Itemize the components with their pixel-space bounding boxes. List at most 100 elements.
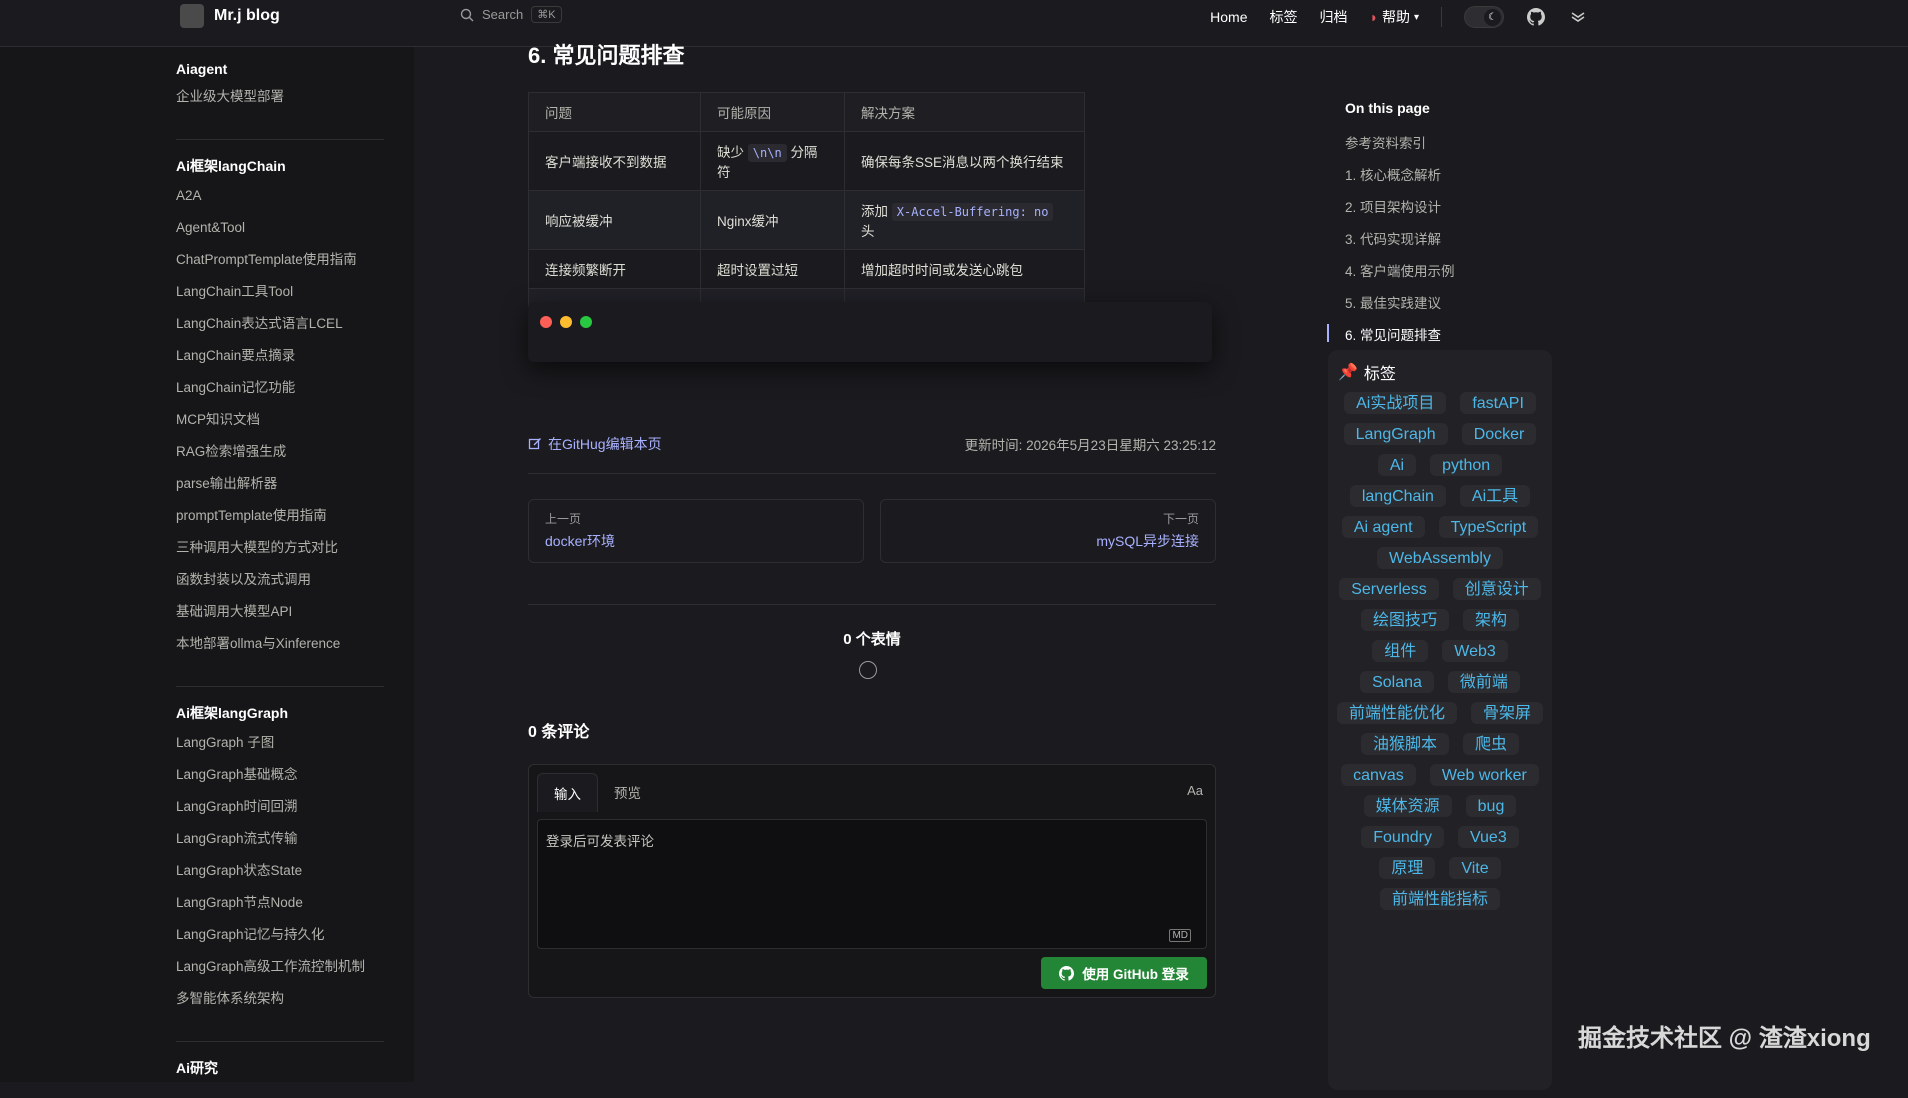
tag-chip[interactable]: WebAssembly: [1377, 547, 1503, 569]
sidebar-item[interactable]: ChatPromptTemplate使用指南: [176, 250, 384, 282]
divider: [528, 604, 1216, 605]
tag-chip[interactable]: 组件: [1372, 640, 1429, 662]
tag-chip[interactable]: TypeScript: [1438, 516, 1539, 538]
pushpin-icon: 📌: [1338, 364, 1358, 381]
toc-item[interactable]: 5. 最佳实践建议: [1345, 292, 1455, 324]
moon-icon: ☾: [1484, 9, 1501, 26]
tag-chip[interactable]: langChain: [1349, 485, 1446, 507]
tag-chip[interactable]: Solana: [1360, 671, 1434, 693]
edit-page-link[interactable]: 在GitHug编辑本页: [528, 434, 662, 454]
markdown-icon: MD: [1169, 929, 1191, 942]
sidebar-item[interactable]: LangGraph节点Node: [176, 893, 384, 925]
prev-page-link[interactable]: 上一页 docker环境: [528, 499, 864, 563]
tag-chip[interactable]: Ai agent: [1341, 516, 1425, 538]
tag-chip[interactable]: 微前端: [1447, 671, 1520, 693]
tag-chip[interactable]: 原理: [1379, 857, 1436, 879]
tab-input[interactable]: 输入: [537, 773, 598, 812]
tag-chip[interactable]: 媒体资源: [1363, 795, 1452, 817]
sidebar-item[interactable]: A2A: [176, 186, 384, 218]
github-login-label: 使用 GitHub 登录: [1082, 967, 1189, 982]
sidebar-item[interactable]: promptTemplate使用指南: [176, 506, 384, 538]
tag-chip[interactable]: fastAPI: [1460, 392, 1536, 414]
tag-chip[interactable]: Vue3: [1457, 826, 1519, 848]
sidebar-item[interactable]: LangGraph流式传输: [176, 829, 384, 861]
sidebar-item[interactable]: LangChain工具Tool: [176, 282, 384, 314]
toc-item[interactable]: 1. 核心概念解析: [1345, 164, 1455, 196]
sidebar-group-ai-research: Ai研究: [176, 1041, 384, 1078]
tag-chip[interactable]: 爬虫: [1463, 733, 1520, 755]
sidebar-item[interactable]: Agent&Tool: [176, 218, 384, 250]
tag-chip[interactable]: bug: [1465, 795, 1517, 817]
tag-chip[interactable]: python: [1430, 454, 1503, 476]
tag-chip[interactable]: Web3: [1442, 640, 1508, 662]
sidebar-item[interactable]: 函数封装以及流式调用: [176, 570, 384, 602]
search-button[interactable]: Search ⌘K: [460, 6, 562, 23]
sidebar-item[interactable]: 基础调用大模型API: [176, 602, 384, 634]
table-cell: 连接频繁断开: [528, 249, 701, 289]
github-login-button[interactable]: 使用 GitHub 登录: [1041, 957, 1207, 989]
sidebar-item[interactable]: LangChain要点摘录: [176, 346, 384, 378]
cell-text: 添加: [861, 204, 888, 219]
sidebar-item[interactable]: 多智能体系统架构: [176, 989, 384, 1021]
github-icon[interactable]: [1526, 7, 1546, 27]
tag-chip[interactable]: 架构: [1463, 609, 1520, 631]
toc-item[interactable]: 参考资料索引: [1345, 132, 1455, 164]
tag-chip[interactable]: Web worker: [1429, 764, 1539, 786]
comment-tabs: 输入 预览: [537, 773, 657, 812]
tag-chip[interactable]: Foundry: [1361, 826, 1444, 848]
sidebar-item[interactable]: LangGraph高级工作流控制机制: [176, 957, 384, 989]
tag-chip[interactable]: 油猴脚本: [1360, 733, 1449, 755]
sidebar-item[interactable]: LangGraph时间回溯: [176, 797, 384, 829]
tab-preview[interactable]: 预览: [598, 773, 657, 812]
theme-toggle[interactable]: ☾: [1464, 6, 1504, 28]
tag-chip[interactable]: Ai工具: [1459, 485, 1531, 507]
table-cell: 增加超时时间或发送心跳包: [844, 249, 1085, 289]
sidebar-group-aiagent: Aiagent 企业级大模型部署: [176, 45, 384, 119]
nav-archive[interactable]: 归档: [1320, 7, 1348, 27]
font-toggle-button[interactable]: Aa: [1187, 783, 1203, 798]
tag-chip[interactable]: Vite: [1449, 857, 1501, 879]
tag-chip[interactable]: Ai: [1377, 454, 1417, 476]
tag-chip[interactable]: 骨架屏: [1471, 702, 1544, 724]
sidebar-group-title: Aiagent: [176, 61, 228, 77]
last-updated: 更新时间: 2026年5月23日星期六 23:25:12: [964, 438, 1216, 453]
tag-chip[interactable]: canvas: [1341, 764, 1416, 786]
sidebar-item[interactable]: LangGraph记忆与持久化: [176, 925, 384, 957]
sidebar-item[interactable]: 三种调用大模型的方式对比: [176, 538, 384, 570]
add-reaction-smiley-icon[interactable]: [859, 661, 877, 679]
comment-textarea[interactable]: 登录后可发表评论: [537, 819, 1207, 949]
toc-item[interactable]: 4. 客户端使用示例: [1345, 260, 1455, 292]
tags-panel: 📌 标签 Ai实战项目 fastAPI LangGraph Docker Ai …: [1328, 350, 1552, 1090]
sidebar-item[interactable]: LangChain记忆功能: [176, 378, 384, 410]
sidebar-item[interactable]: 本地部署ollma与Xinference: [176, 634, 384, 666]
brand-link[interactable]: Mr.j blog: [180, 4, 280, 28]
tag-chip[interactable]: 绘图技巧: [1360, 609, 1449, 631]
sidebar-item[interactable]: LangChain表达式语言LCEL: [176, 314, 384, 346]
tag-chip[interactable]: 创意设计: [1452, 578, 1541, 600]
next-page-link[interactable]: 下一页 mySQL异步连接: [880, 499, 1216, 563]
sidebar-item[interactable]: LangGraph基础概念: [176, 765, 384, 797]
sidebar-item[interactable]: RAG检索增强生成: [176, 442, 384, 474]
reactions-count: 0 个表情: [843, 631, 901, 648]
sidebar-item[interactable]: 企业级大模型部署: [176, 87, 384, 119]
search-icon: [460, 8, 474, 21]
tag-chip[interactable]: 前端性能指标: [1379, 888, 1500, 910]
sidebar-group-title: Ai框架langGraph: [176, 705, 289, 721]
tag-chip[interactable]: LangGraph: [1343, 423, 1448, 445]
tag-chip[interactable]: Ai实战项目: [1344, 392, 1447, 414]
nav-tags[interactable]: 标签: [1270, 7, 1298, 27]
layers-icon[interactable]: [1568, 7, 1588, 27]
toc-item[interactable]: 3. 代码实现详解: [1345, 228, 1455, 260]
sidebar-item[interactable]: parse输出解析器: [176, 474, 384, 506]
sidebar-item[interactable]: LangGraph 子图: [176, 733, 384, 765]
tag-chip[interactable]: 前端性能优化: [1336, 702, 1457, 724]
toc-title: On this page: [1345, 100, 1430, 116]
sidebar-item[interactable]: MCP知识文档: [176, 410, 384, 442]
tag-chip[interactable]: Docker: [1461, 423, 1537, 445]
sidebar-item[interactable]: LangGraph状态State: [176, 861, 384, 893]
window-minimize-dot: [560, 316, 572, 328]
nav-help-dropdown[interactable]: ◗ 帮助 ▾: [1370, 7, 1420, 27]
tag-chip[interactable]: Serverless: [1339, 578, 1439, 600]
toc-item[interactable]: 2. 项目架构设计: [1345, 196, 1455, 228]
nav-home[interactable]: Home: [1210, 9, 1247, 25]
